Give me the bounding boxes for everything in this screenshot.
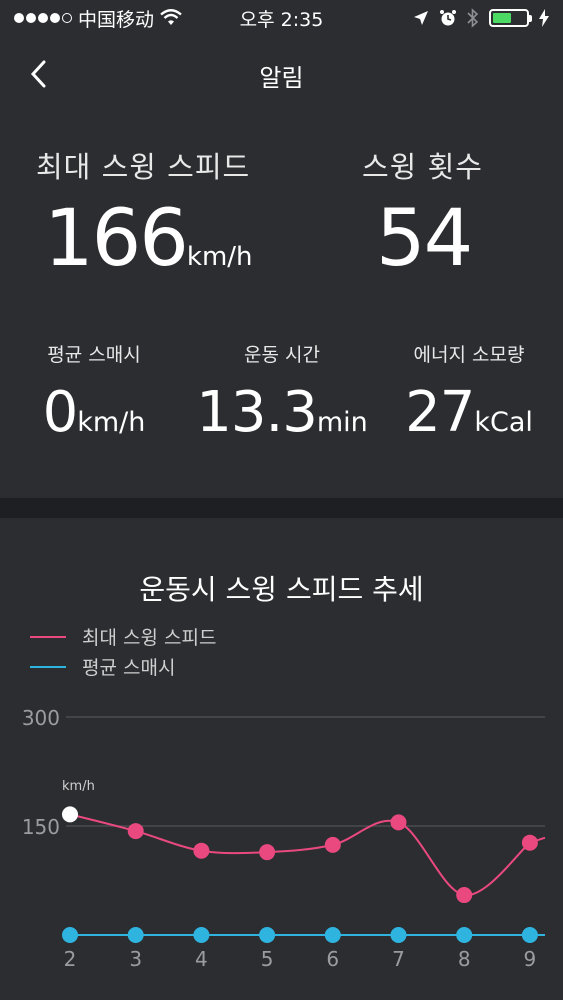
data-point-max-3	[127, 823, 144, 840]
data-point-avg-4	[193, 927, 210, 943]
data-point-max-4	[193, 842, 210, 859]
swing-count-label: 스윙 횟수	[362, 150, 483, 184]
legend-label-max: 최대 스윙 스피드	[82, 627, 217, 649]
wifi-icon	[160, 9, 182, 25]
avg-smash-label: 평균 스매시	[47, 344, 141, 366]
energy-label: 에너지 소모량	[413, 344, 525, 366]
x-tick-label: 4	[195, 947, 208, 971]
status-bar: 中国移动 오후 2:35	[0, 0, 563, 36]
carrier-label: 中国移动	[78, 8, 155, 31]
data-point-avg-9	[521, 927, 538, 943]
legend-item-max-speed: 최대 스윙 스피드	[30, 623, 216, 650]
signal-strength-icon	[14, 13, 72, 23]
swing-count-value: 54	[376, 194, 473, 284]
max-swing-speed-number: 166	[44, 194, 189, 284]
y-tick-label: 300	[22, 706, 60, 730]
x-tick-label: 3	[129, 947, 142, 971]
x-tick-label: 2	[64, 947, 77, 971]
legend-swatch-avg	[30, 665, 66, 668]
exercise-time-number: 13.3	[196, 380, 318, 445]
exercise-time-unit: min	[316, 407, 368, 438]
energy-unit: kCal	[474, 407, 533, 438]
data-point-max-5	[259, 844, 276, 861]
data-point-max-9	[521, 834, 538, 851]
data-point-max-6	[324, 836, 341, 853]
max-swing-speed-label: 최대 스윙 스피드	[36, 150, 251, 184]
chart-annotation: km/h	[62, 779, 95, 794]
location-arrow-icon	[414, 11, 428, 25]
avg-smash-value: 0km/h	[0, 385, 188, 441]
x-tick-label: 6	[326, 947, 339, 971]
section-divider	[0, 498, 563, 518]
data-point-avg-2	[62, 927, 78, 943]
exercise-time-value: 13.3min	[188, 385, 376, 441]
x-tick-label: 8	[458, 947, 471, 971]
alarm-clock-icon	[440, 10, 456, 26]
data-point-avg-7	[390, 927, 407, 943]
x-tick-label: 5	[261, 947, 274, 971]
legend-item-avg-smash: 평균 스매시	[30, 653, 175, 680]
legend-label-avg: 평균 스매시	[82, 657, 176, 679]
x-tick-label: 7	[392, 947, 405, 971]
data-point-avg-5	[259, 927, 276, 943]
chart-title: 운동시 스윙 스피드 추세	[139, 573, 424, 606]
y-tick-label: 150	[22, 815, 60, 839]
nav-bar: 알림	[0, 44, 563, 104]
swing-speed-trend-chart: 300 150 km/h 2 3 4 5 6 7 8 9	[22, 706, 546, 971]
max-swing-speed-value: 166km/h	[44, 200, 253, 278]
battery-icon	[489, 9, 532, 27]
energy-value: 27kCal	[375, 385, 563, 441]
data-point-avg-3	[127, 927, 144, 943]
energy-number: 27	[405, 380, 475, 445]
bluetooth-icon	[467, 8, 479, 28]
status-left: 中国移动	[14, 5, 214, 32]
data-point-max-8	[456, 887, 473, 904]
x-tick-label: 9	[524, 947, 537, 971]
data-point-avg-8	[456, 927, 473, 943]
legend-swatch-max	[30, 635, 66, 638]
exercise-time-label: 운동 시간	[244, 344, 320, 366]
avg-smash-number: 0	[42, 380, 79, 445]
status-time: 오후 2:35	[239, 8, 324, 31]
charging-bolt-icon	[539, 9, 549, 27]
status-right	[349, 8, 549, 28]
data-point-max-2	[62, 806, 78, 823]
avg-smash-unit: km/h	[77, 407, 146, 438]
data-point-avg-6	[324, 927, 341, 943]
page-title: 알림	[259, 64, 304, 92]
data-point-max-7	[390, 814, 407, 831]
max-swing-speed-unit: km/h	[186, 242, 253, 272]
